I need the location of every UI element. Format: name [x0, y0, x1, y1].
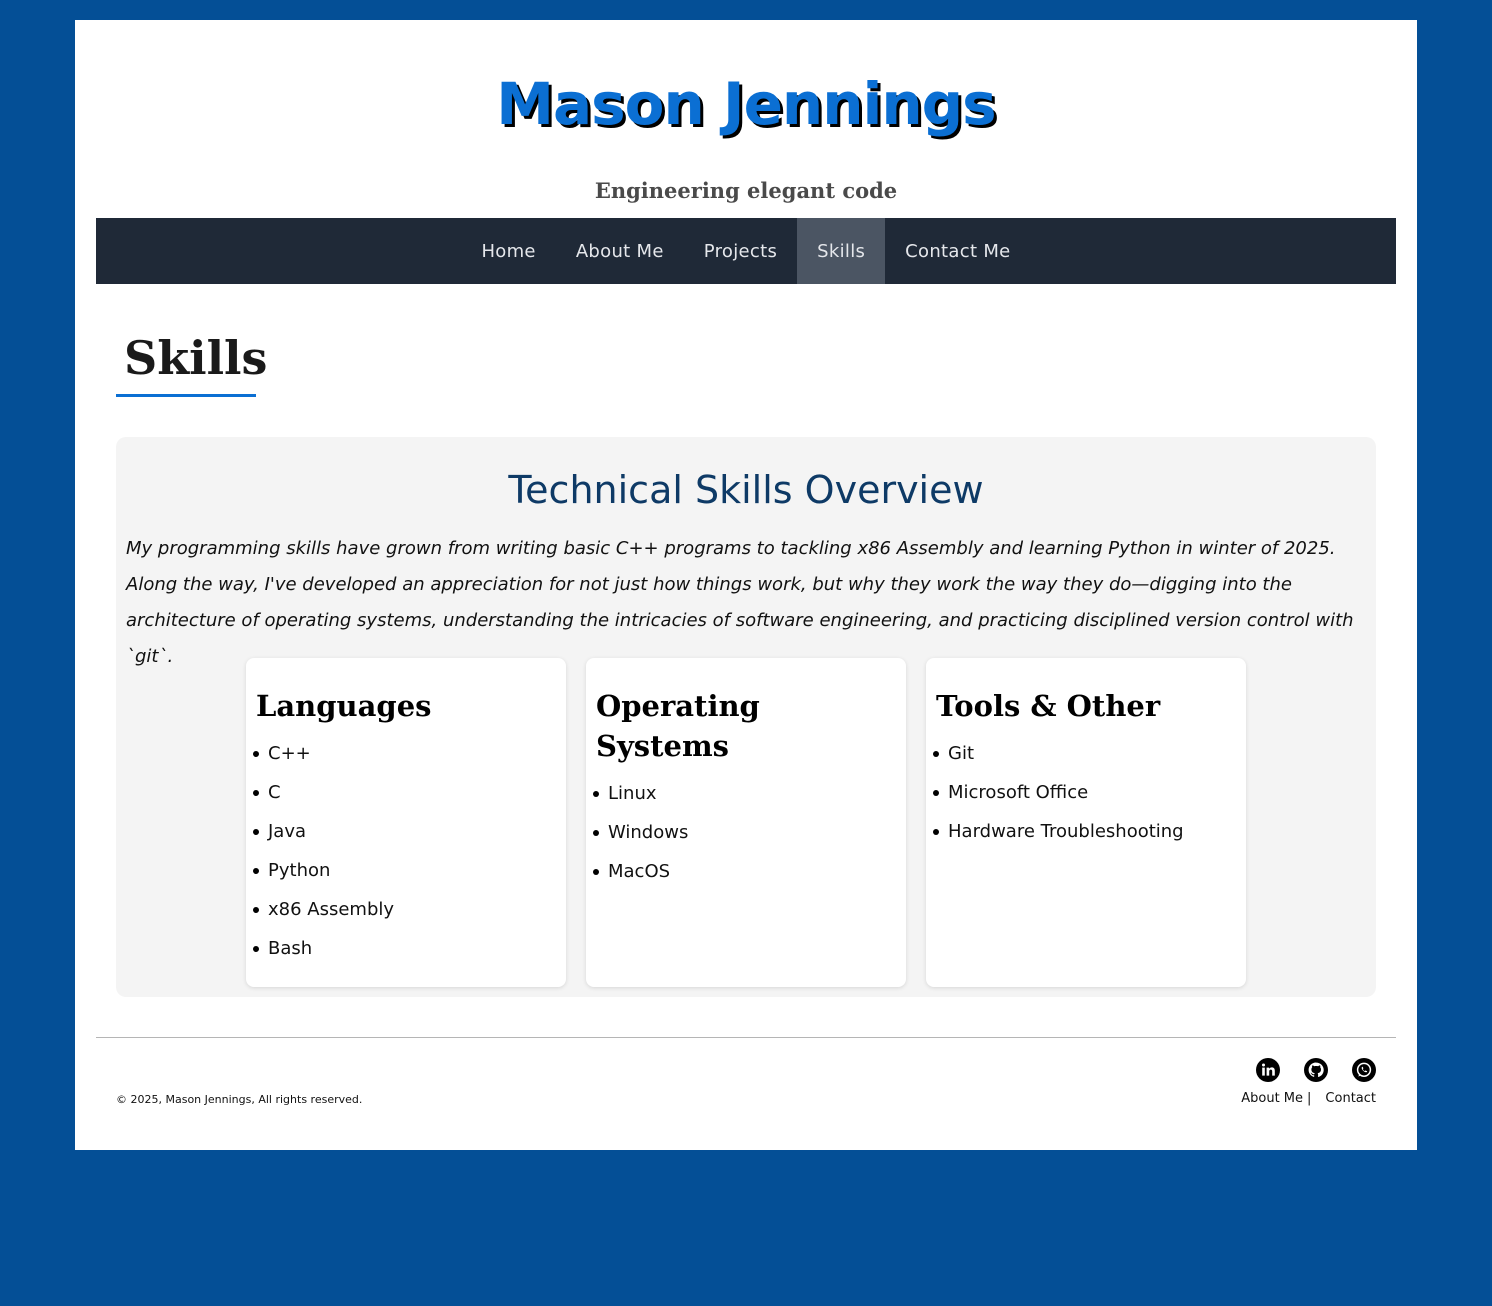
- card-languages: Languages C++ C Java Python x86 Assembly…: [246, 658, 566, 987]
- page-heading-block: Skills: [116, 330, 268, 397]
- github-icon[interactable]: [1304, 1058, 1328, 1082]
- list-item: Hardware Troubleshooting: [933, 812, 1236, 851]
- list-item: MacOS: [593, 852, 896, 891]
- footer-links: About Me | Contact: [1241, 1091, 1376, 1106]
- list-item: Git: [933, 734, 1236, 773]
- nav-item-skills[interactable]: Skills: [797, 218, 886, 284]
- skill-list: C++ C Java Python x86 Assembly Bash: [253, 734, 556, 968]
- tagline: Engineering elegant code: [594, 178, 898, 203]
- list-item: Python: [253, 851, 556, 890]
- list-item: Windows: [593, 813, 896, 852]
- main-nav: Home About Me Projects Skills Contact Me: [96, 218, 1396, 284]
- nav-item-contact-me[interactable]: Contact Me: [885, 218, 1030, 284]
- site-title: Mason Jennings: [496, 70, 996, 138]
- card-tools-other: Tools & Other Git Microsoft Office Hardw…: [926, 658, 1246, 987]
- skill-cards: Languages C++ C Java Python x86 Assembly…: [246, 658, 1246, 987]
- list-item: C: [253, 773, 556, 812]
- skills-overview-panel: Technical Skills Overview My programming…: [116, 437, 1376, 997]
- site-header: Mason Jennings Engineering elegant code: [75, 20, 1417, 204]
- card-title: Tools & Other: [936, 689, 1161, 723]
- card-title: Operating Systems: [596, 689, 760, 763]
- footer-link-about-me[interactable]: About Me: [1241, 1091, 1303, 1106]
- list-item: Java: [253, 812, 556, 851]
- skill-list: Git Microsoft Office Hardware Troublesho…: [933, 734, 1236, 851]
- social-links: [1256, 1058, 1376, 1082]
- page-title: Skills: [124, 331, 268, 385]
- footer-link-separator: |: [1307, 1091, 1312, 1106]
- list-item: Bash: [253, 929, 556, 968]
- footer-divider: [96, 1037, 1396, 1038]
- linkedin-icon[interactable]: [1256, 1058, 1280, 1082]
- nav-item-about-me[interactable]: About Me: [556, 218, 684, 284]
- overview-text: My programming skills have grown from wr…: [126, 538, 1354, 667]
- page-container: Mason Jennings Engineering elegant code …: [75, 20, 1417, 1150]
- card-operating-systems: Operating Systems Linux Windows MacOS: [586, 658, 906, 987]
- footer-link-contact[interactable]: Contact: [1325, 1091, 1376, 1106]
- list-item: Linux: [593, 774, 896, 813]
- skill-list: Linux Windows MacOS: [593, 774, 896, 891]
- nav-item-home[interactable]: Home: [461, 218, 555, 284]
- list-item: Microsoft Office: [933, 773, 1236, 812]
- list-item: C++: [253, 734, 556, 773]
- whatsapp-icon[interactable]: [1352, 1058, 1376, 1082]
- copyright-text: © 2025, Mason Jennings, All rights reser…: [116, 1093, 363, 1106]
- nav-item-projects[interactable]: Projects: [684, 218, 797, 284]
- list-item: x86 Assembly: [253, 890, 556, 929]
- card-title: Languages: [256, 689, 432, 723]
- overview-title: Technical Skills Overview: [508, 468, 984, 512]
